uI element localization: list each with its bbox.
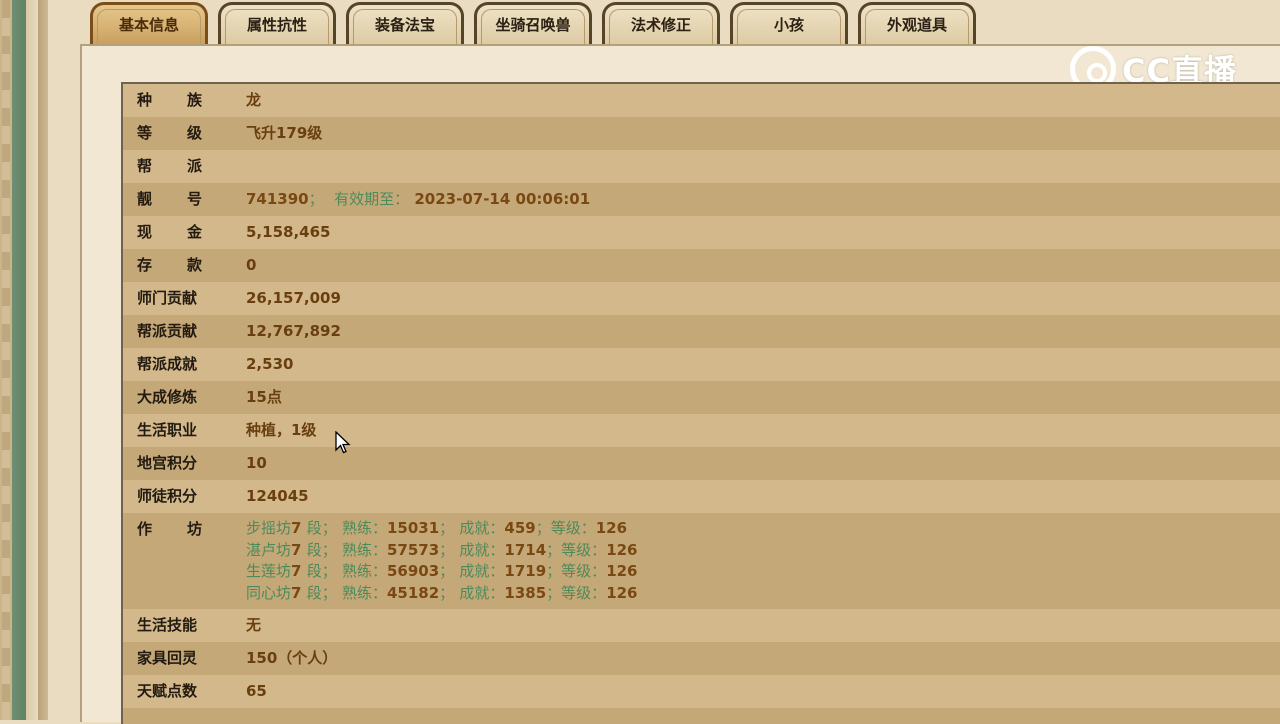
row-cash: 现金 5,158,465 [123,216,1280,249]
life-skill-value: 无 [246,616,262,634]
tab-mounts-summons[interactable]: 坐骑召唤兽 [474,2,592,44]
row-partial [123,708,1280,724]
tab-spell-modifiers[interactable]: 法术修正 [602,2,720,44]
row-label: 现金 [137,223,203,241]
workshop-item: 湛卢坊7 段； 熟练：57573； 成就：1714；等级：126 [246,540,638,559]
tab-label: 基本信息 [118,16,179,34]
row-level: 等级 飞升179级 [123,117,1280,150]
tab-attributes-resistance[interactable]: 属性抗性 [218,2,336,44]
frame-pattern [2,0,10,720]
row-life-skill: 生活技能 无 [123,609,1280,642]
row-sect-contribution: 师门贡献 26,157,009 [123,282,1280,315]
guild-contribution-value: 12,767,892 [246,322,341,340]
row-guild-contribution: 帮派贡献 12,767,892 [123,315,1280,348]
expiry-label: 有效期至： [334,190,410,208]
left-frame-border [0,0,48,720]
guild-achievement-value: 2,530 [246,355,294,373]
tab-children[interactable]: 小孩 [730,2,848,44]
row-deposit: 存款 0 [123,249,1280,282]
tab-basic-info[interactable]: 基本信息 [90,2,208,44]
tab-label: 属性抗性 [246,16,307,34]
row-label: 帮派 [137,157,203,175]
race-value: 龙 [246,91,262,109]
tab-label: 法术修正 [630,16,691,34]
row-label: 帮派贡献 [137,322,198,340]
row-palace-points: 地宫积分 10 [123,447,1280,480]
info-table: 种族 龙 等级 飞升179级 帮派 靓号 741390； 有效期至： 2023-… [121,82,1280,724]
row-workshop: 作坊 步摇坊7 段； 熟练：15031； 成就：459；等级：126 湛卢坊7 … [123,513,1280,609]
row-label: 生活技能 [137,616,198,634]
row-life-job: 生活职业 种植，1级 [123,414,1280,447]
sect-contribution-value: 26,157,009 [246,289,341,307]
palace-points-value: 10 [246,454,267,472]
row-label: 作坊 [137,520,203,538]
apprentice-points-value: 124045 [246,487,309,505]
row-guild: 帮派 [123,150,1280,183]
tab-label: 外观道具 [886,16,947,34]
row-master-training: 大成修炼 15点 [123,381,1280,414]
level-value: 飞升179级 [246,124,323,142]
row-label: 天赋点数 [137,682,198,700]
row-furniture: 家具回灵 150（个人） [123,642,1280,675]
expiry-value: 2023-07-14 00:06:01 [414,190,591,208]
furniture-value: 150（个人） [246,649,338,667]
master-training-value: 15点 [246,388,282,406]
tab-label: 坐骑召唤兽 [495,16,571,34]
workshop-list: 步摇坊7 段； 熟练：15031； 成就：459；等级：126 湛卢坊7 段； … [246,513,638,609]
row-talent: 天赋点数 65 [123,675,1280,708]
row-label: 靓号 [137,190,203,208]
row-label: 帮派成就 [137,355,198,373]
row-label: 师门贡献 [137,289,198,307]
row-id: 靓号 741390； 有效期至： 2023-07-14 00:06:01 [123,183,1280,216]
deposit-value: 0 [246,256,257,274]
tab-equipment-treasure[interactable]: 装备法宝 [346,2,464,44]
id-value-group: 741390； 有效期至： 2023-07-14 00:06:01 [246,190,591,208]
talent-value: 65 [246,682,267,700]
row-label: 等级 [137,124,203,142]
workshop-item: 同心坊7 段； 熟练：45182； 成就：1385；等级：126 [246,583,638,602]
row-label: 存款 [137,256,203,274]
row-guild-achievement: 帮派成就 2,530 [123,348,1280,381]
id-value: 741390 [246,190,309,208]
row-label: 大成修炼 [137,388,198,406]
tab-appearance-items[interactable]: 外观道具 [858,2,976,44]
tab-label: 小孩 [773,16,804,34]
life-job-value: 种植，1级 [246,421,317,439]
row-race: 种族 龙 [123,84,1280,117]
row-label: 种族 [137,91,203,109]
row-label: 地宫积分 [137,454,198,472]
tab-label: 装备法宝 [374,16,435,34]
workshop-item: 步摇坊7 段； 熟练：15031； 成就：459；等级：126 [246,519,628,537]
cash-value: 5,158,465 [246,223,331,241]
row-label: 师徒积分 [137,487,198,505]
workshop-item: 生莲坊7 段； 熟练：56903； 成就：1719；等级：126 [246,562,638,580]
row-label: 生活职业 [137,421,198,439]
row-apprentice-points: 师徒积分 124045 [123,480,1280,513]
row-label: 家具回灵 [137,649,198,667]
